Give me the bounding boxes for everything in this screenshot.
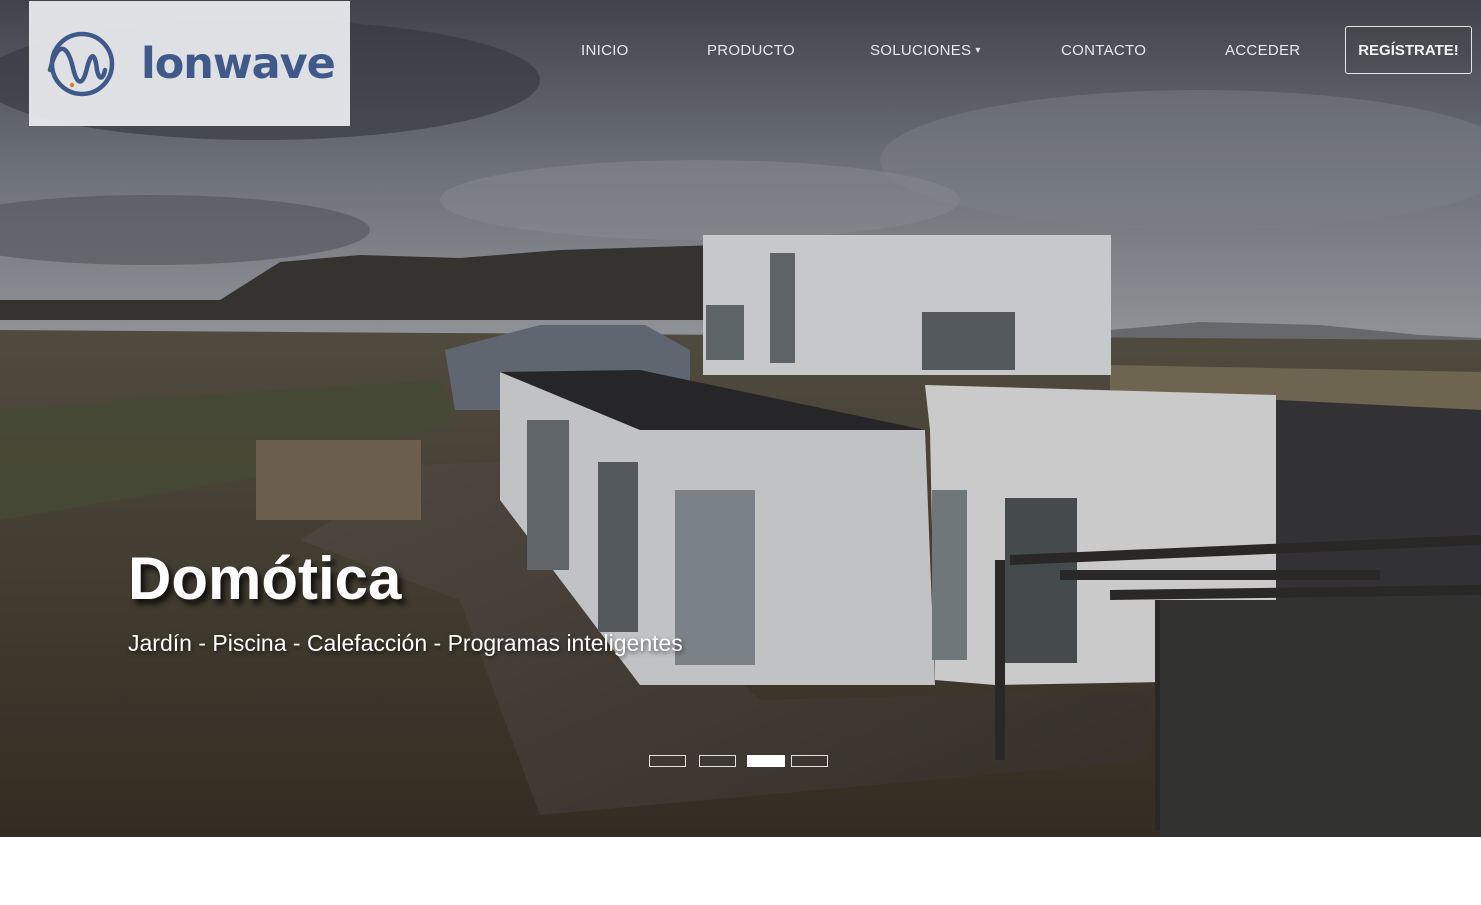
chevron-down-icon: ▾ [975, 45, 981, 56]
register-button[interactable]: REGÍSTRATE! [1345, 26, 1472, 74]
nav-item-producto[interactable]: PRODUCTO [707, 42, 795, 59]
carousel-indicator-2[interactable] [699, 755, 736, 767]
hero-carousel: lonwave INICIO PRODUCTO SOLUCIONES ▾ CONT… [0, 0, 1481, 837]
nav-item-soluciones[interactable]: SOLUCIONES ▾ [870, 42, 981, 59]
nav-item-soluciones-label: SOLUCIONES [870, 42, 972, 59]
slide-subtitle: Jardín - Piscina - Calefacción - Program… [128, 630, 683, 656]
nav-item-acceder[interactable]: ACCEDER [1225, 42, 1300, 59]
slide-title: Domótica [128, 545, 402, 612]
carousel-indicator-3[interactable] [747, 755, 785, 767]
nav-item-contacto[interactable]: CONTACTO [1061, 42, 1146, 59]
nav-item-inicio[interactable]: INICIO [581, 42, 629, 59]
carousel-indicator-1[interactable] [649, 755, 686, 767]
main-nav: INICIO PRODUCTO SOLUCIONES ▾ CONTACTO ACC… [0, 0, 1481, 100]
page-content-area [0, 837, 1481, 905]
carousel-indicator-4[interactable] [791, 755, 828, 767]
